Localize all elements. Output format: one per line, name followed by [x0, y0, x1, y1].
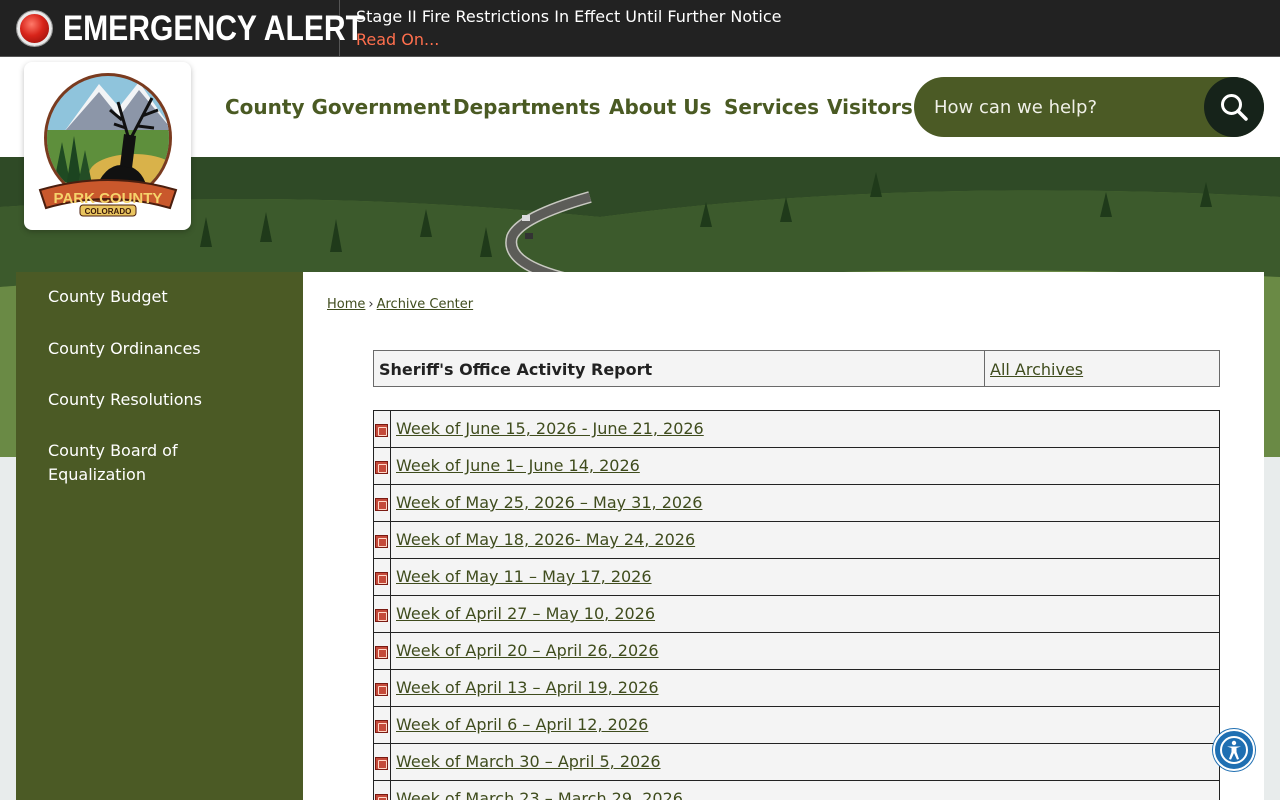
sidebar-item-county-resolutions[interactable]: County Resolutions [48, 388, 202, 412]
accessibility-icon [1220, 736, 1248, 764]
archive-row: Week of March 23 – March 29, 2026 [373, 780, 1220, 800]
pdf-icon [375, 794, 388, 800]
search-icon [1221, 94, 1248, 121]
breadcrumb-archive-center[interactable]: Archive Center [377, 297, 474, 312]
logo-graphic: PARK COUNTY COLORADO [38, 73, 178, 217]
archive-row-icon-cell [374, 633, 391, 669]
alert-message: Stage II Fire Restrictions In Effect Unt… [356, 7, 782, 26]
sidebar: County Budget County Ordinances County R… [16, 272, 303, 800]
breadcrumb: Home › Archive Center [327, 297, 473, 312]
archive-row-icon-cell [374, 596, 391, 632]
pdf-icon [375, 609, 388, 622]
nav-item-departments[interactable]: Departments [453, 95, 601, 119]
breadcrumb-separator: › [368, 297, 374, 312]
archive-row: Week of April 13 – April 19, 2026 [373, 669, 1220, 707]
archive-link[interactable]: Week of April 27 – May 10, 2026 [396, 604, 655, 623]
archive-row: Week of May 18, 2026- May 24, 2026 [373, 521, 1220, 559]
archive-link[interactable]: Week of March 30 – April 5, 2026 [396, 752, 661, 771]
alert-title: EMERGENCY ALERT [63, 8, 365, 48]
archive-row: Week of March 30 – April 5, 2026 [373, 743, 1220, 781]
archive-link[interactable]: Week of April 13 – April 19, 2026 [396, 678, 659, 697]
nav-item-visitors[interactable]: Visitors [827, 95, 913, 119]
site-search [914, 77, 1264, 137]
archive-row-icon-cell [374, 559, 391, 595]
archive-row: Week of April 6 – April 12, 2026 [373, 706, 1220, 744]
pdf-icon [375, 572, 388, 585]
sidebar-item-board-of-equalization[interactable]: County Board of Equalization [48, 439, 248, 487]
sidebar-item-county-ordinances[interactable]: County Ordinances [48, 337, 201, 361]
pdf-icon [375, 720, 388, 733]
archive-link[interactable]: Week of June 15, 2026 - June 21, 2026 [396, 419, 704, 438]
archive-link[interactable]: Week of March 23 – March 29, 2026 [396, 789, 683, 800]
archive-row: Week of May 25, 2026 – May 31, 2026 [373, 484, 1220, 522]
alert-label-section: EMERGENCY ALERT [0, 0, 364, 57]
pdf-icon [375, 424, 388, 437]
pdf-icon [375, 498, 388, 511]
alert-read-on-link[interactable]: Read On... [356, 30, 439, 49]
main-content: Home › Archive Center Sheriff's Office Act… [303, 272, 1264, 800]
pdf-icon [375, 757, 388, 770]
pdf-icon [375, 461, 388, 474]
alert-light-icon [17, 11, 52, 46]
archive-row-icon-cell [374, 411, 391, 447]
archive-link[interactable]: Week of May 11 – May 17, 2026 [396, 567, 652, 586]
archive-link[interactable]: Week of April 6 – April 12, 2026 [396, 715, 648, 734]
logo-text-main: PARK COUNTY [54, 190, 163, 207]
archive-row-icon-cell [374, 448, 391, 484]
search-button[interactable] [1204, 77, 1264, 137]
archive-row: Week of June 15, 2026 - June 21, 2026 [373, 410, 1220, 448]
archive-header-divider [984, 351, 985, 386]
all-archives-link[interactable]: All Archives [990, 360, 1083, 379]
pdf-icon [375, 535, 388, 548]
pdf-icon [375, 646, 388, 659]
emergency-alert-bar: EMERGENCY ALERT Stage II Fire Restrictio… [0, 0, 1280, 57]
logo-text-sub: COLORADO [85, 207, 132, 216]
pdf-icon [375, 683, 388, 696]
sidebar-item-county-budget[interactable]: County Budget [48, 285, 168, 309]
archive-row: Week of April 20 – April 26, 2026 [373, 632, 1220, 670]
archive-row-icon-cell [374, 781, 391, 800]
archive-link[interactable]: Week of May 18, 2026- May 24, 2026 [396, 530, 695, 549]
archive-row-icon-cell [374, 707, 391, 743]
archive-header: Sheriff's Office Activity Report All Arc… [373, 350, 1220, 387]
archive-link[interactable]: Week of May 25, 2026 – May 31, 2026 [396, 493, 702, 512]
search-input[interactable] [934, 94, 1204, 120]
archive-row-icon-cell [374, 522, 391, 558]
archive-row: Week of May 11 – May 17, 2026 [373, 558, 1220, 596]
accessibility-button[interactable] [1213, 729, 1255, 771]
archive-link[interactable]: Week of June 1– June 14, 2026 [396, 456, 640, 475]
park-county-logo[interactable]: PARK COUNTY COLORADO [24, 62, 191, 230]
breadcrumb-home[interactable]: Home [327, 297, 365, 312]
archive-row: Week of June 1– June 14, 2026 [373, 447, 1220, 485]
archive-row-icon-cell [374, 744, 391, 780]
nav-item-county-government[interactable]: County Government [225, 95, 451, 119]
archive-row-icon-cell [374, 670, 391, 706]
nav-item-services[interactable]: Services [724, 95, 819, 119]
archive-link[interactable]: Week of April 20 – April 26, 2026 [396, 641, 659, 660]
archive-row-icon-cell [374, 485, 391, 521]
archive-row: Week of April 27 – May 10, 2026 [373, 595, 1220, 633]
archive-title: Sheriff's Office Activity Report [379, 360, 653, 379]
nav-item-about-us[interactable]: About Us [609, 95, 711, 119]
